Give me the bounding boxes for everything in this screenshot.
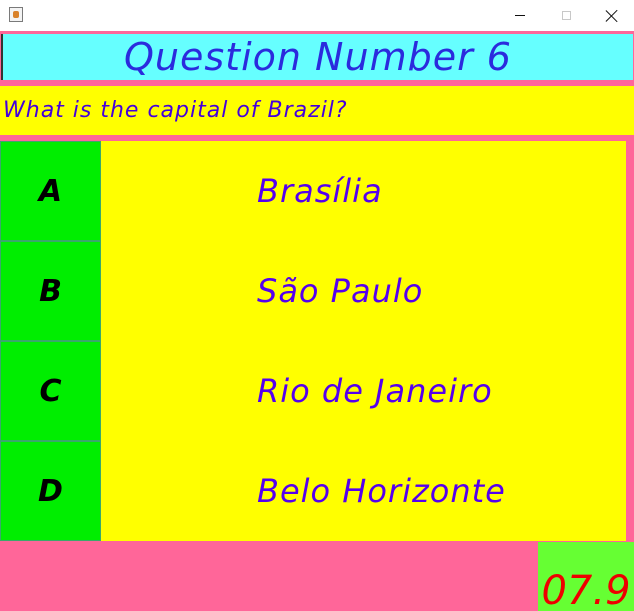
question-number-title: Question Number 6 [1, 34, 633, 80]
countdown-timer: 07.9 [538, 542, 634, 611]
maximize-button[interactable] [543, 0, 589, 31]
close-icon [606, 10, 618, 22]
answer-letter-c[interactable]: C [0, 341, 101, 441]
minimize-icon [515, 15, 525, 16]
question-text: What is the capital of Brazil? [0, 86, 634, 135]
maximize-icon [561, 11, 571, 20]
answer-text-b[interactable]: São Paulo [101, 241, 626, 341]
answer-text-c[interactable]: Rio de Janeiro [101, 341, 626, 441]
answer-options: A Brasília B São Paulo C Rio de Janeiro … [0, 141, 626, 541]
answer-option-b[interactable]: B São Paulo [0, 241, 626, 341]
answer-text-a[interactable]: Brasília [101, 141, 626, 241]
answer-letter-a[interactable]: A [0, 141, 101, 241]
minimize-button[interactable] [497, 0, 543, 31]
answer-letter-d[interactable]: D [0, 441, 101, 541]
window-titlebar [0, 0, 634, 31]
quiz-panel: Question Number 6 What is the capital of… [0, 31, 634, 611]
java-icon [9, 7, 23, 22]
answer-letter-b[interactable]: B [0, 241, 101, 341]
close-button[interactable] [589, 0, 634, 31]
answer-option-a[interactable]: A Brasília [0, 141, 626, 241]
answer-option-d[interactable]: D Belo Horizonte [0, 441, 626, 541]
answer-text-d[interactable]: Belo Horizonte [101, 441, 626, 541]
answer-option-c[interactable]: C Rio de Janeiro [0, 341, 626, 441]
